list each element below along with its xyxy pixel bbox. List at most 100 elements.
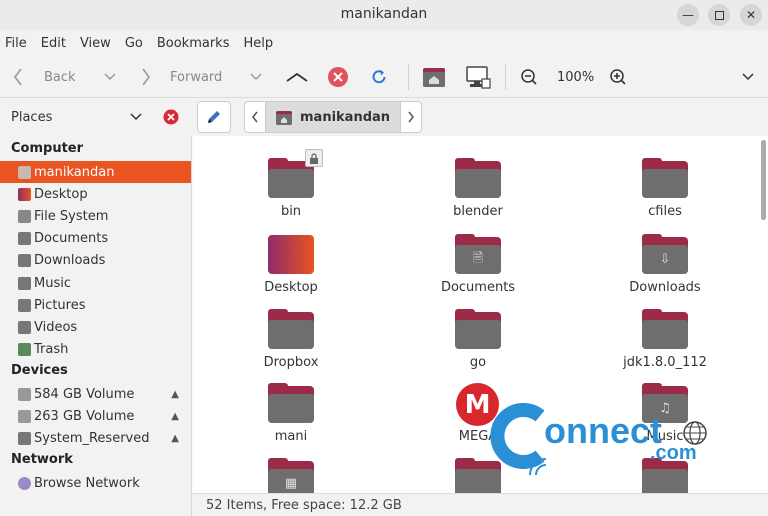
sidebar-item-desktop[interactable]: Desktop <box>0 183 191 205</box>
chevron-right-icon <box>142 68 150 86</box>
sidebar-heading-network: Network <box>11 452 73 467</box>
maximize-icon <box>714 10 724 20</box>
watermark-text: onnect <box>544 410 663 451</box>
file-item-label: go <box>469 355 487 370</box>
file-item-pictures-partial[interactable]: ▦ <box>236 458 346 493</box>
sidebar-heading-devices: Devices <box>11 363 68 378</box>
file-item-cfiles[interactable]: cfiles <box>610 158 720 219</box>
path-back-arrow[interactable] <box>244 101 266 133</box>
sidebar-item-file-system[interactable]: File System <box>0 205 191 227</box>
file-item-dropbox[interactable]: Dropbox <box>236 309 346 370</box>
lock-icon <box>305 149 323 167</box>
forward-button[interactable]: Forward <box>140 56 262 98</box>
pencil-icon <box>208 111 220 123</box>
sidebar-item-videos[interactable]: Videos <box>0 316 191 338</box>
file-item-bin[interactable]: bin <box>236 149 346 219</box>
chevron-left-icon <box>252 111 258 123</box>
menu-view[interactable]: View <box>80 36 111 51</box>
status-bar: 52 Items, Free space: 12.2 GB <box>192 493 768 516</box>
sidebar-item-music[interactable]: Music <box>0 272 191 294</box>
sidebar-item-pictures[interactable]: Pictures <box>0 294 191 316</box>
file-item-desktop[interactable]: Desktop <box>236 234 346 295</box>
pictures-folder-icon: ▦ <box>268 458 314 493</box>
menu-edit[interactable]: Edit <box>41 36 66 51</box>
drive-icon <box>18 431 31 445</box>
file-item-jdk[interactable]: jdk1.8.0_112 <box>610 309 720 370</box>
stop-button[interactable] <box>327 56 349 98</box>
edit-location-button[interactable] <box>197 101 231 133</box>
file-item-downloads[interactable]: ⇩ Downloads <box>610 234 720 295</box>
folder-icon <box>642 309 688 349</box>
zoom-in-button[interactable] <box>609 56 627 98</box>
scrollbar[interactable] <box>761 140 766 220</box>
eject-icon[interactable]: ▲ <box>171 411 179 422</box>
reload-button[interactable] <box>370 56 388 98</box>
forward-label: Forward <box>170 69 223 85</box>
chevron-up-icon <box>286 72 308 82</box>
sidebar-item-label: Pictures <box>34 297 86 313</box>
globe-icon <box>683 421 707 445</box>
close-button[interactable]: ✕ <box>740 4 762 26</box>
file-item-label: cfiles <box>648 204 682 219</box>
desktop-icon <box>18 187 31 201</box>
sidebar-item-browse-network[interactable]: Browse Network <box>0 472 191 494</box>
eject-icon[interactable]: ▲ <box>171 433 179 444</box>
sidebar-item-system-reserved[interactable]: System_Reserved ▲ <box>0 427 191 449</box>
sidebar-item-documents[interactable]: Documents <box>0 227 191 249</box>
file-item-label: Downloads <box>629 280 701 295</box>
sidebar-item-downloads[interactable]: Downloads <box>0 249 191 271</box>
places-header[interactable]: Places <box>0 98 192 136</box>
menu-help[interactable]: Help <box>243 36 273 51</box>
sidebar-item-label: Videos <box>34 319 78 335</box>
chevron-right-icon <box>408 111 414 123</box>
home-button[interactable] <box>422 56 446 98</box>
menu-file[interactable]: File <box>5 36 27 51</box>
eject-icon[interactable]: ▲ <box>171 389 179 400</box>
sidebar-item-trash[interactable]: Trash <box>0 338 191 360</box>
drive-icon <box>18 387 31 401</box>
menu-bookmarks[interactable]: Bookmarks <box>157 36 230 51</box>
computer-button[interactable] <box>465 56 491 98</box>
sidebar-item-label: Desktop <box>34 186 88 202</box>
toolbar-menu-button[interactable] <box>742 56 754 98</box>
zoom-out-button[interactable] <box>520 56 538 98</box>
sidebar-item-label: File System <box>34 208 109 224</box>
sidebar-item-label: 584 GB Volume <box>34 386 135 402</box>
downloads-folder-icon <box>18 253 31 267</box>
watermark-logo: onnect .com <box>490 402 720 477</box>
sidebar-heading-computer: Computer <box>11 141 84 156</box>
back-label: Back <box>44 69 76 85</box>
maximize-button[interactable] <box>708 4 730 26</box>
sidebar-item-volume-263[interactable]: 263 GB Volume ▲ <box>0 405 191 427</box>
file-item-go[interactable]: go <box>423 309 533 370</box>
sidebar-item-manikandan[interactable]: manikandan <box>0 161 191 183</box>
drive-icon <box>18 409 31 423</box>
sidebar-item-label: Music <box>34 275 71 291</box>
path-segment-label: manikandan <box>300 109 391 125</box>
reload-icon <box>372 70 386 84</box>
file-item-blender[interactable]: blender <box>423 158 533 219</box>
minimize-button[interactable]: — <box>677 4 699 26</box>
file-item-mani[interactable]: mani <box>236 383 346 444</box>
chevron-down-icon <box>742 73 754 81</box>
up-button[interactable] <box>285 56 309 98</box>
path-forward-arrow[interactable] <box>400 101 422 133</box>
file-item-label: jdk1.8.0_112 <box>623 355 707 370</box>
zoom-level[interactable]: 100% <box>557 56 594 98</box>
file-item-documents[interactable]: 🗎 Documents <box>423 234 533 295</box>
folder-icon <box>268 149 323 198</box>
folder-icon <box>268 309 314 349</box>
chevron-down-icon <box>250 73 262 81</box>
menu-go[interactable]: Go <box>125 36 143 51</box>
sidebar-item-volume-584[interactable]: 584 GB Volume ▲ <box>0 383 191 405</box>
videos-folder-icon <box>18 320 31 334</box>
path-segment-home[interactable]: manikandan <box>266 101 400 133</box>
sidebar-item-label: System_Reserved <box>34 430 150 446</box>
sidebar: Computer manikandan Desktop File System … <box>0 136 192 516</box>
menu-bar: File Edit View Go Bookmarks Help <box>0 30 768 56</box>
desktop-folder-icon <box>268 234 314 274</box>
file-item-label: bin <box>280 204 302 219</box>
close-sidebar-icon[interactable] <box>163 109 179 125</box>
zoom-out-icon <box>521 69 537 85</box>
back-button[interactable]: Back <box>12 56 116 98</box>
